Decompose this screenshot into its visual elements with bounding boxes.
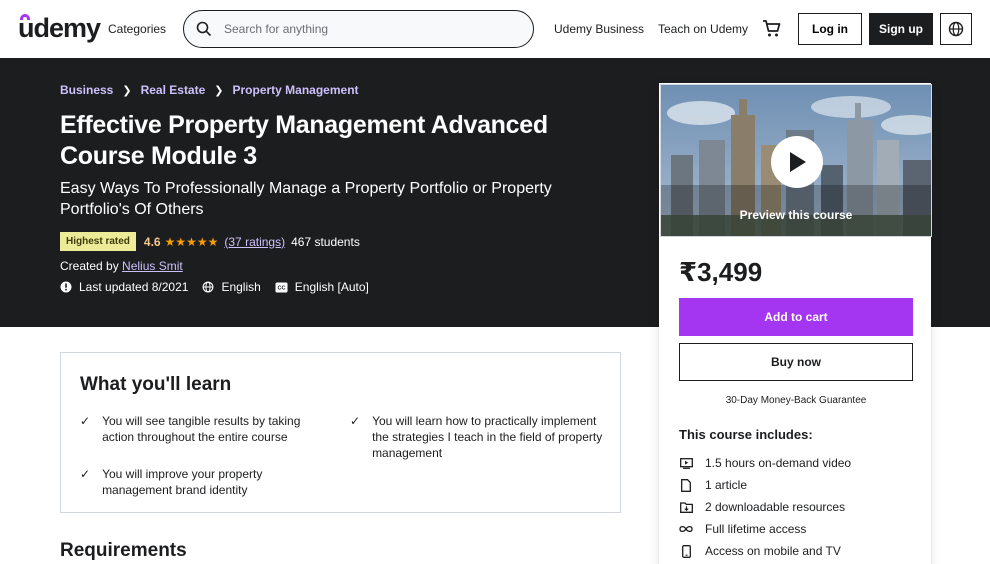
author-link[interactable]: Nelius Smit — [122, 259, 183, 273]
created-by-label: Created by — [60, 259, 119, 273]
list-item: Full lifetime access — [679, 518, 851, 540]
check-icon: ✓ — [350, 414, 361, 428]
list-item: ✓ You will improve your property managem… — [80, 467, 263, 497]
udemy-business-link[interactable]: Udemy Business — [554, 22, 644, 36]
captions: CC English [Auto] — [275, 280, 369, 294]
svg-text:CC: CC — [277, 285, 285, 291]
requirements-heading: Requirements — [60, 540, 187, 561]
folder-icon — [679, 500, 693, 514]
list-item: 2 downloadable resources — [679, 496, 851, 518]
language-button[interactable] — [940, 13, 972, 45]
search-bar[interactable] — [183, 10, 534, 48]
money-back-guarantee: 30-Day Money-Back Guarantee — [725, 395, 867, 406]
includes-title: This course includes: — [679, 427, 813, 442]
list-item: 1 article — [679, 474, 851, 496]
categories-link[interactable]: Categories — [108, 22, 166, 36]
star-rating-icon: ★★★★★ — [164, 234, 219, 249]
purchase-card: Preview this course ₹3,499 Add to cart B… — [659, 83, 932, 564]
students-count: 467 students — [291, 234, 360, 249]
learn-heading: What you'll learn — [80, 374, 232, 395]
course-meta: Last updated 8/2021 English CC English [… — [60, 280, 383, 294]
breadcrumb-property-management[interactable]: Property Management — [233, 83, 359, 97]
alert-badge-icon — [60, 281, 72, 293]
preview-label[interactable]: Preview this course — [661, 208, 931, 222]
mobile-icon — [679, 544, 693, 558]
course-subtitle: Easy Ways To Professionally Manage a Pro… — [60, 180, 552, 218]
includes-list: 1.5 hours on-demand video 1 article 2 do… — [679, 452, 851, 562]
breadcrumb-business[interactable]: Business — [60, 83, 113, 97]
list-item: Access on mobile and TV — [679, 540, 851, 562]
check-icon: ✓ — [80, 467, 91, 481]
top-nav: udemy Categories Udemy Business Teach on… — [0, 0, 990, 58]
closed-captions-icon: CC — [275, 282, 288, 292]
file-icon — [679, 478, 693, 492]
last-updated: Last updated 8/2021 — [60, 280, 188, 294]
highest-rated-badge: Highest rated — [60, 232, 136, 251]
course-price: ₹3,499 — [679, 257, 763, 287]
logo-hat-icon — [20, 14, 30, 20]
what-youll-learn: What you'll learn ✓ You will see tangibl… — [60, 352, 621, 513]
infinity-icon — [679, 522, 693, 536]
chevron-right-icon: ❯ — [214, 84, 224, 97]
cart-icon[interactable] — [762, 19, 782, 44]
course-title: Effective Property Management Advanced C… — [60, 111, 548, 170]
language: English — [202, 280, 261, 294]
udemy-logo[interactable]: udemy — [18, 13, 101, 44]
rating-row: Highest rated 4.6 ★★★★★ (37 ratings) 467… — [60, 232, 360, 251]
login-button[interactable]: Log in — [798, 13, 862, 45]
chevron-right-icon: ❯ — [122, 84, 132, 97]
list-item: ✓ You will learn how to practically impl… — [350, 414, 603, 460]
teach-link[interactable]: Teach on Udemy — [658, 22, 748, 36]
breadcrumb: Business ❯ Real Estate ❯ Property Manage… — [60, 83, 359, 97]
signup-button[interactable]: Sign up — [869, 13, 933, 45]
list-item: 1.5 hours on-demand video — [679, 452, 851, 474]
breadcrumb-real-estate[interactable]: Real Estate — [141, 83, 206, 97]
ratings-count-link[interactable]: (37 ratings) — [224, 235, 285, 249]
created-by: Created by Nelius Smit — [60, 259, 183, 273]
rating-value: 4.6 — [143, 234, 161, 249]
course-preview[interactable]: Preview this course — [660, 84, 932, 237]
search-input[interactable] — [224, 22, 504, 36]
globe-icon — [203, 281, 214, 293]
search-icon[interactable] — [196, 21, 212, 37]
globe-icon — [948, 21, 964, 37]
check-icon: ✓ — [80, 414, 91, 428]
add-to-cart-button[interactable]: Add to cart — [679, 298, 913, 336]
video-icon — [679, 456, 693, 470]
list-item: ✓ You will see tangible results by takin… — [80, 414, 301, 444]
buy-now-button[interactable]: Buy now — [679, 343, 913, 381]
play-icon[interactable] — [771, 136, 823, 188]
